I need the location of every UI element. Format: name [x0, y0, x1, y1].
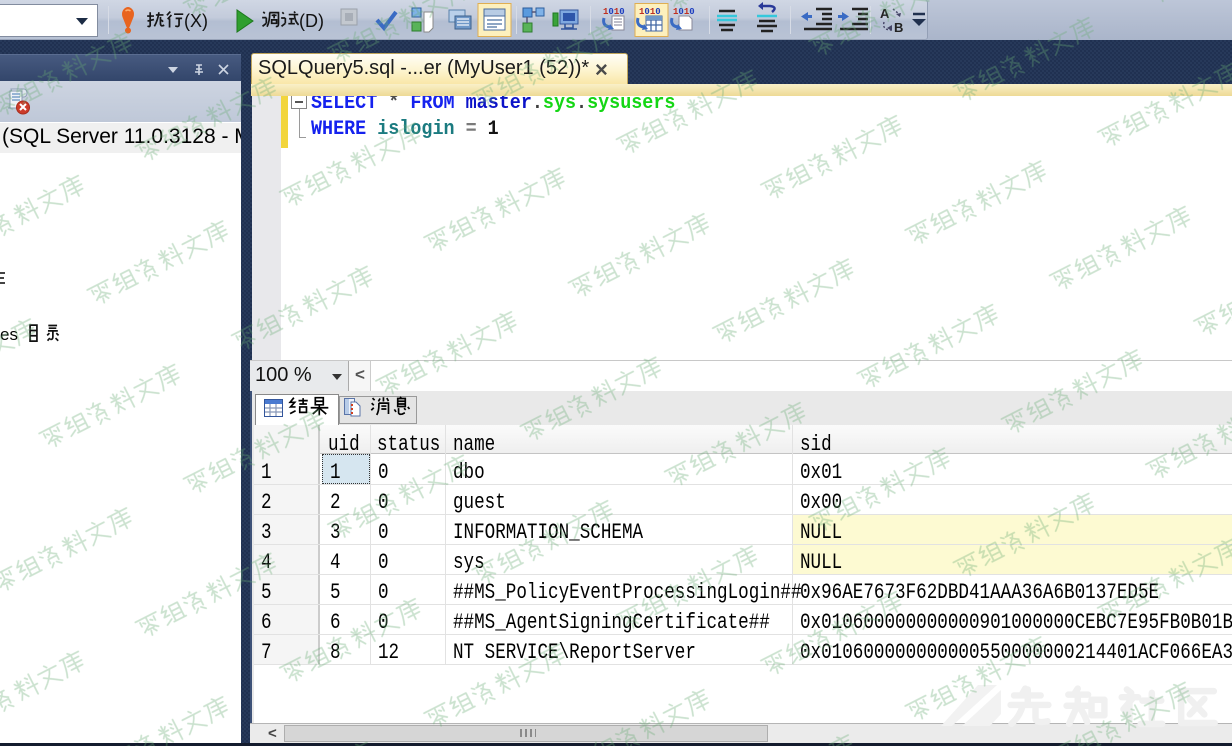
svg-text:A: A [880, 6, 890, 21]
svg-text:B: B [894, 20, 903, 35]
